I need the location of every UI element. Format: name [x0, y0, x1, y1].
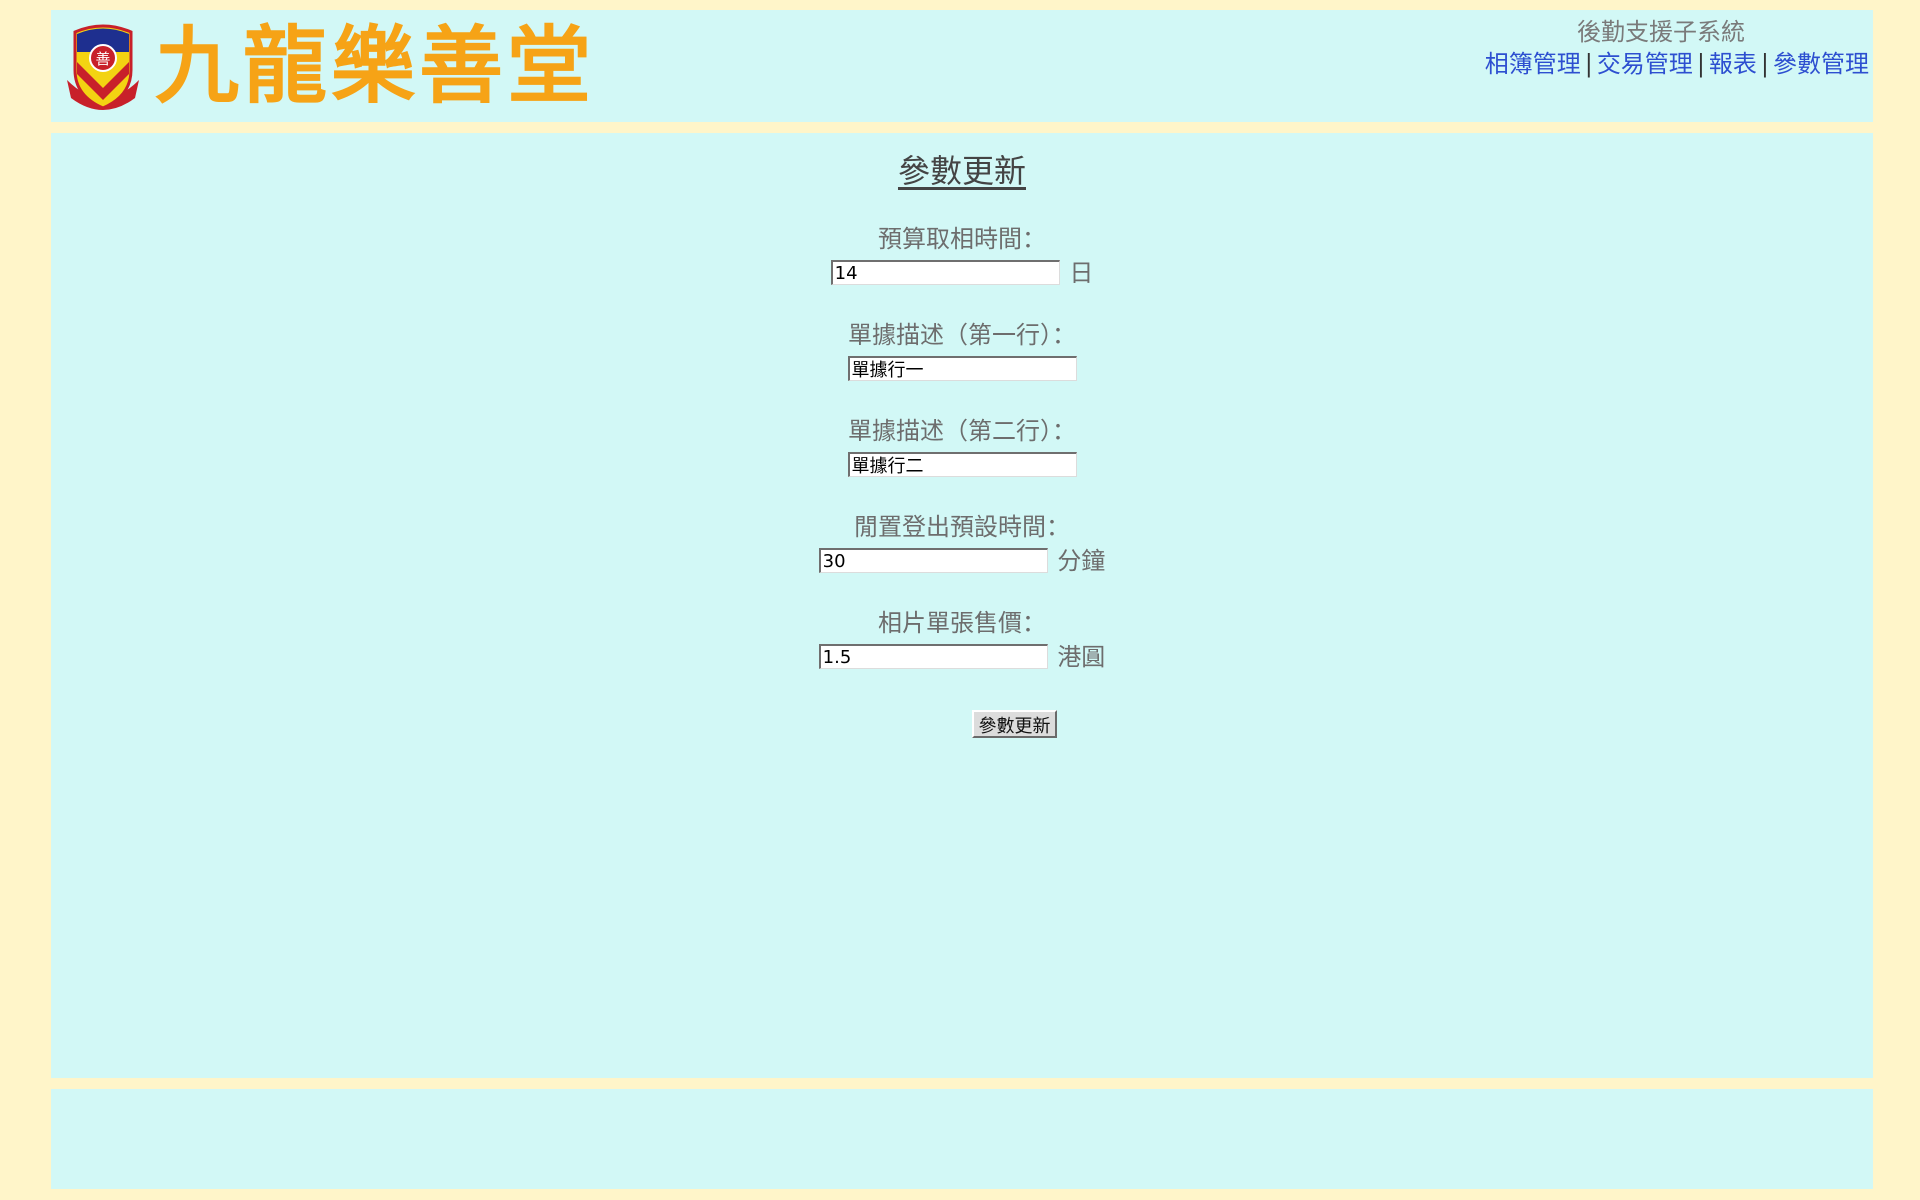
header: 善 九龍樂善堂 後勤支援子系統 相簿管理 | 交易管理 | 報表 | 參數管理: [51, 10, 1873, 122]
idle-logout-time-unit: 分鐘: [1057, 546, 1106, 575]
organization-emblem-icon: 善: [67, 24, 139, 110]
pickup-time-label: 預算取相時間：: [878, 225, 1046, 253]
form-group-pickup-time: 預算取相時間： 日: [51, 224, 1873, 288]
main-content: 參數更新 預算取相時間： 日 單據描述（第一行）： 單據描述（第二行）： 閒置登…: [51, 133, 1873, 1078]
pickup-time-unit: 日: [1069, 258, 1094, 287]
svg-text:善: 善: [95, 50, 110, 68]
photo-unit-price-input[interactable]: [818, 644, 1048, 669]
form-group-photo-unit-price: 相片單張售價： 港圓: [51, 608, 1873, 672]
form-group-receipt-line-1: 單據描述（第一行）：: [51, 320, 1873, 382]
top-navigation: 相簿管理 | 交易管理 | 報表 | 參數管理: [1485, 48, 1869, 80]
photo-unit-price-unit: 港圓: [1057, 642, 1106, 671]
update-parameters-button[interactable]: 參數更新: [972, 710, 1057, 738]
nav-link-album-management[interactable]: 相簿管理: [1485, 50, 1581, 78]
receipt-line-2-input[interactable]: [847, 452, 1077, 477]
receipt-line-1-label: 單據描述（第一行）：: [848, 321, 1076, 349]
nav-separator: |: [1584, 50, 1593, 78]
idle-logout-time-input[interactable]: [818, 548, 1048, 573]
form-group-idle-logout-time: 閒置登出預設時間： 分鐘: [51, 512, 1873, 576]
receipt-line-2-label: 單據描述（第二行）：: [848, 417, 1076, 445]
nav-separator: |: [1696, 50, 1705, 78]
system-title: 後勤支援子系統: [1577, 18, 1745, 46]
nav-link-reports[interactable]: 報表: [1709, 50, 1757, 78]
pickup-time-input[interactable]: [830, 260, 1060, 285]
nav-link-transaction-management[interactable]: 交易管理: [1597, 50, 1693, 78]
footer: [51, 1089, 1873, 1189]
idle-logout-time-label: 閒置登出預設時間：: [854, 513, 1070, 541]
photo-unit-price-label: 相片單張售價：: [878, 609, 1046, 637]
organization-logo-text: 九龍樂善堂: [155, 17, 596, 115]
receipt-line-1-input[interactable]: [847, 356, 1077, 381]
form-group-receipt-line-2: 單據描述（第二行）：: [51, 416, 1873, 478]
page-title: 參數更新: [897, 152, 1026, 190]
nav-separator: |: [1760, 50, 1769, 78]
nav-link-parameter-management[interactable]: 參數管理: [1773, 50, 1869, 78]
